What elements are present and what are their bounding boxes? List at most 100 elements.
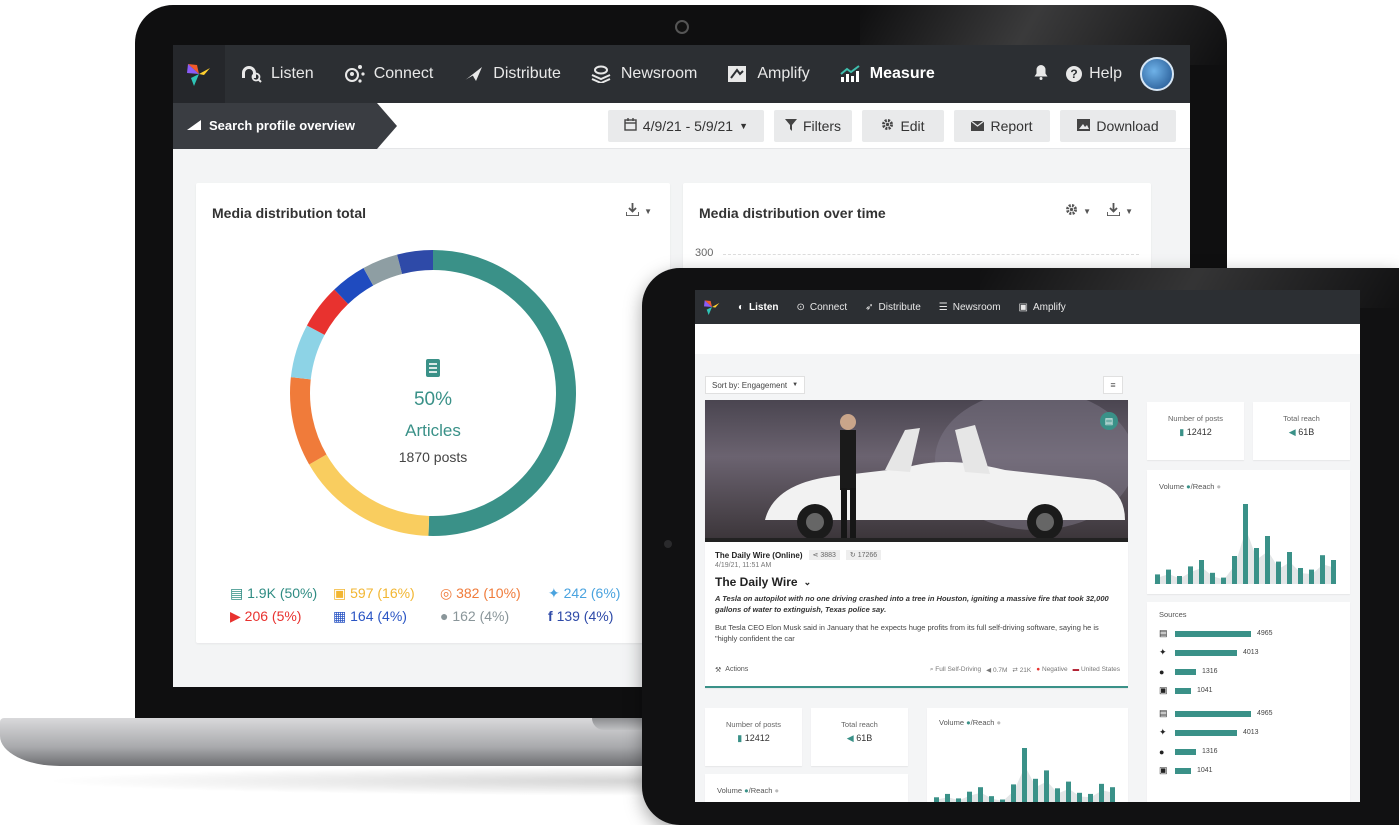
- menu-icon[interactable]: ≡: [1103, 376, 1123, 394]
- help-link[interactable]: ? Help: [1066, 65, 1122, 83]
- legend-item-instagram[interactable]: ◎ 382 (10%): [440, 585, 548, 602]
- user-avatar[interactable]: [1140, 57, 1174, 91]
- volume-bar[interactable]: [1210, 572, 1215, 584]
- legend-item-print[interactable]: ▦ 164 (4%): [333, 608, 440, 625]
- volume-bar[interactable]: [1077, 792, 1082, 802]
- donut-slice-print[interactable]: [334, 268, 374, 305]
- sort-dropdown[interactable]: Sort by: Engagement ▼: [705, 376, 806, 394]
- article-outlet[interactable]: The Daily Wire ⌄: [715, 575, 811, 589]
- donut-slice-youtube[interactable]: [306, 289, 349, 336]
- source-row[interactable]: ● 1316: [1159, 662, 1344, 681]
- export-dropdown[interactable]: ▼: [625, 203, 652, 219]
- article-lede: A Tesla on autopilot with no one driving…: [715, 594, 1109, 614]
- legend-item-youtube[interactable]: ▶ 206 (5%): [230, 608, 333, 625]
- volume-bar[interactable]: [1110, 787, 1115, 802]
- volume-bar[interactable]: [1298, 568, 1303, 584]
- app-logo[interactable]: [695, 290, 729, 324]
- volume-bar[interactable]: [1177, 576, 1182, 584]
- volume-bar[interactable]: [1243, 504, 1248, 584]
- volume-bar[interactable]: [1320, 555, 1325, 584]
- tab-nav-distribute[interactable]: ➶ Distribute: [856, 302, 930, 313]
- volume-bar[interactable]: [1033, 778, 1038, 802]
- volume-bar[interactable]: [1155, 574, 1160, 584]
- volume-bar[interactable]: [1254, 548, 1259, 584]
- edit-button[interactable]: Edit: [862, 109, 944, 142]
- nav-newsroom[interactable]: Newsroom: [575, 45, 711, 103]
- donut-slice-forums[interactable]: [363, 254, 403, 286]
- article-source[interactable]: The Daily Wire (Online): [715, 551, 803, 560]
- tab-nav-newsroom-label: Newsroom: [952, 301, 1001, 313]
- print-icon: ▦: [333, 608, 351, 624]
- keyword-tag[interactable]: ⌕ Full Self-Driving: [930, 666, 981, 674]
- report-button[interactable]: Report: [954, 109, 1050, 142]
- volume-bar[interactable]: [1287, 552, 1292, 584]
- legend-item-facebook[interactable]: f 139 (4%): [548, 608, 640, 625]
- volume-bar[interactable]: [1309, 569, 1314, 584]
- volume-bar[interactable]: [1199, 560, 1204, 584]
- volume-bar[interactable]: [1055, 788, 1060, 802]
- filters-button[interactable]: Filters: [774, 109, 852, 142]
- twitter-icon: ✦: [1159, 647, 1167, 657]
- nav-connect[interactable]: Connect: [328, 45, 448, 103]
- volume-bar[interactable]: [967, 791, 972, 802]
- tab-nav-newsroom[interactable]: ☰ Newsroom: [930, 302, 1010, 313]
- caret-down-icon: ▼: [1125, 206, 1133, 216]
- breadcrumb-label: Search profile overview: [209, 118, 355, 133]
- export-dropdown[interactable]: ▼: [1106, 203, 1133, 219]
- volume-bar[interactable]: [945, 793, 950, 802]
- volume-bar[interactable]: [1011, 784, 1016, 802]
- article-icon: ▤: [230, 585, 248, 601]
- volume-bar[interactable]: [956, 798, 961, 802]
- volume-bar[interactable]: [1265, 536, 1270, 584]
- volume-bar[interactable]: [1331, 560, 1336, 584]
- posts-label: Number of posts: [1167, 414, 1224, 423]
- article-card[interactable]: ▤ The Daily Wire (Online) ⋖ 3883 ↻ 17266…: [705, 400, 1128, 688]
- settings-dropdown[interactable]: ▼: [1065, 203, 1091, 219]
- app-logo[interactable]: [173, 45, 225, 103]
- tab-nav-amplify[interactable]: ▣ Amplify: [1010, 302, 1075, 313]
- volume-bar[interactable]: [989, 796, 994, 802]
- bell-icon[interactable]: [1034, 64, 1048, 85]
- volume-bar[interactable]: [1221, 577, 1226, 584]
- source-row[interactable]: ▣ 1041: [1159, 681, 1344, 700]
- volume-bar[interactable]: [934, 797, 939, 802]
- source-row[interactable]: ✦ 4013: [1159, 643, 1344, 662]
- source-row[interactable]: ✦ 4013: [1159, 723, 1344, 742]
- date-range-button[interactable]: 4/9/21 - 5/9/21 ▼: [607, 109, 764, 142]
- nav-listen[interactable]: Listen: [225, 45, 328, 103]
- source-row[interactable]: ▤ 4965: [1159, 624, 1344, 643]
- volume-bar[interactable]: [978, 787, 983, 802]
- nav-amplify[interactable]: Amplify: [711, 45, 823, 103]
- breadcrumb[interactable]: Search profile overview: [173, 102, 397, 149]
- source-row[interactable]: ▣ 1041: [1159, 761, 1344, 780]
- actions-link[interactable]: ⚒ Actions: [715, 666, 748, 674]
- volume-bar[interactable]: [1022, 748, 1027, 802]
- source-row[interactable]: ● 1316: [1159, 742, 1344, 761]
- article-image: ▤: [705, 400, 1128, 542]
- source-row[interactable]: ▤ 4965: [1159, 704, 1344, 723]
- tab-nav-listen[interactable]: ◐ Listen: [729, 302, 788, 313]
- volume-bar[interactable]: [1088, 793, 1093, 802]
- legend-item-articles[interactable]: ▤ 1.9K (50%): [230, 585, 333, 602]
- donut-slice-blogs[interactable]: [309, 454, 430, 536]
- download-button[interactable]: Download: [1060, 109, 1176, 142]
- legend-item-forums[interactable]: ● 162 (4%): [440, 608, 548, 625]
- volume-bar[interactable]: [1000, 799, 1005, 802]
- legend-item-twitter[interactable]: ✦ 242 (6%): [548, 585, 640, 602]
- nav-measure[interactable]: Measure: [824, 45, 949, 103]
- volume-bar[interactable]: [1166, 569, 1171, 584]
- volume-bar[interactable]: [1066, 781, 1071, 802]
- nav-distribute[interactable]: Distribute: [447, 45, 575, 103]
- volume-bar[interactable]: [1276, 561, 1281, 584]
- donut-slice-facebook[interactable]: [397, 250, 434, 275]
- volume-bar[interactable]: [1232, 556, 1237, 584]
- volume-bar[interactable]: [1044, 770, 1049, 802]
- tab-nav-connect-label: Connect: [809, 301, 848, 313]
- volume-bar[interactable]: [1188, 566, 1193, 584]
- donut-center: 50% Articles 1870 posts: [196, 359, 670, 465]
- tab-nav-connect[interactable]: ⊙ Connect: [788, 302, 857, 313]
- bar-chart-icon: ▮: [737, 733, 745, 743]
- bar-chart-icon: ▮: [1179, 427, 1187, 437]
- legend-item-blogs[interactable]: ▣ 597 (16%): [333, 585, 440, 602]
- volume-bar[interactable]: [1099, 783, 1104, 802]
